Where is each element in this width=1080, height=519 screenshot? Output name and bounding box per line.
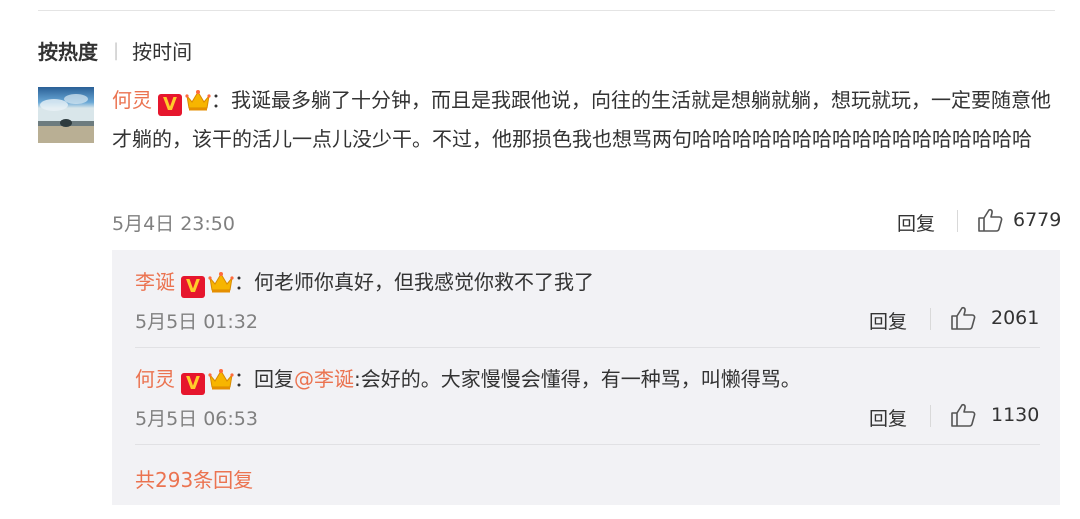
thumbs-up-icon[interactable] [950,402,976,428]
mention-link[interactable]: @李诞 [294,367,354,391]
like-count: 6779 [1013,209,1062,231]
reply-timestamp: 5月5日 01:32 [135,311,258,333]
like-count: 1130 [991,404,1040,426]
top-divider [38,10,1055,11]
sort-by-time[interactable]: 按时间 [132,36,192,65]
comment-body: 何灵 V ：我诞最多躺了十分钟，而且是我跟他说，向往的生活就是想躺就躺，想玩就玩，一… [112,88,1051,151]
comment-author[interactable]: 何灵 [112,88,152,112]
comment-timestamp: 5月4日 23:50 [112,213,235,235]
reply-author[interactable]: 何灵 [135,367,175,391]
vip-badge-icon: V [158,94,182,116]
action-separator [930,308,931,330]
sort-bar: 按热度 | 按时间 [38,35,192,65]
reply-item: 李诞 V ：何老师你真好，但我感觉你救不了我了 [135,270,594,298]
reply-text: 何老师你真好，但我感觉你救不了我了 [254,270,594,294]
reply-button[interactable]: 回复 [869,307,907,334]
action-separator [930,405,931,427]
crown-icon [208,367,234,391]
sort-separator: | [113,39,120,61]
vip-badge-icon: V [181,373,205,395]
avatar-image [38,87,94,143]
crown-icon [185,88,211,112]
thumbs-up-icon[interactable] [950,305,976,331]
reply-author[interactable]: 李诞 [135,270,175,294]
more-replies-link[interactable]: 共293条回复 [135,464,253,493]
comment-text: 我诞最多躺了十分钟，而且是我跟他说，向往的生活就是想躺就躺，想玩就玩，一定要随意… [112,88,1051,151]
action-separator [957,210,958,232]
reply-divider [135,347,1040,348]
avatar[interactable] [38,87,94,143]
reply-divider [135,444,1040,445]
reply-text: :会好的。大家慢慢会懂得，有一种骂，叫懒得骂。 [354,367,801,391]
crown-icon [208,270,234,294]
thumbs-up-icon[interactable] [977,207,1003,233]
reply-button[interactable]: 回复 [869,404,907,431]
like-count: 2061 [991,307,1040,329]
reply-prefix: 回复 [254,367,294,391]
reply-item: 何灵 V ：回复@李诞:会好的。大家慢慢会懂得，有一种骂，叫懒得骂。 [135,367,801,395]
sort-by-hot[interactable]: 按热度 [38,36,98,65]
reply-timestamp: 5月5日 06:53 [135,408,258,430]
reply-button[interactable]: 回复 [897,209,935,236]
vip-badge-icon: V [181,276,205,298]
